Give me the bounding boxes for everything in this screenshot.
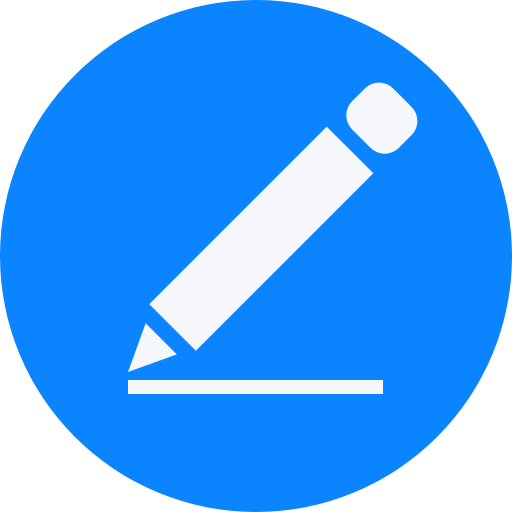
edit-icon-button[interactable] (0, 0, 512, 512)
underline-bar (128, 380, 383, 394)
edit-pencil-icon (0, 0, 512, 512)
